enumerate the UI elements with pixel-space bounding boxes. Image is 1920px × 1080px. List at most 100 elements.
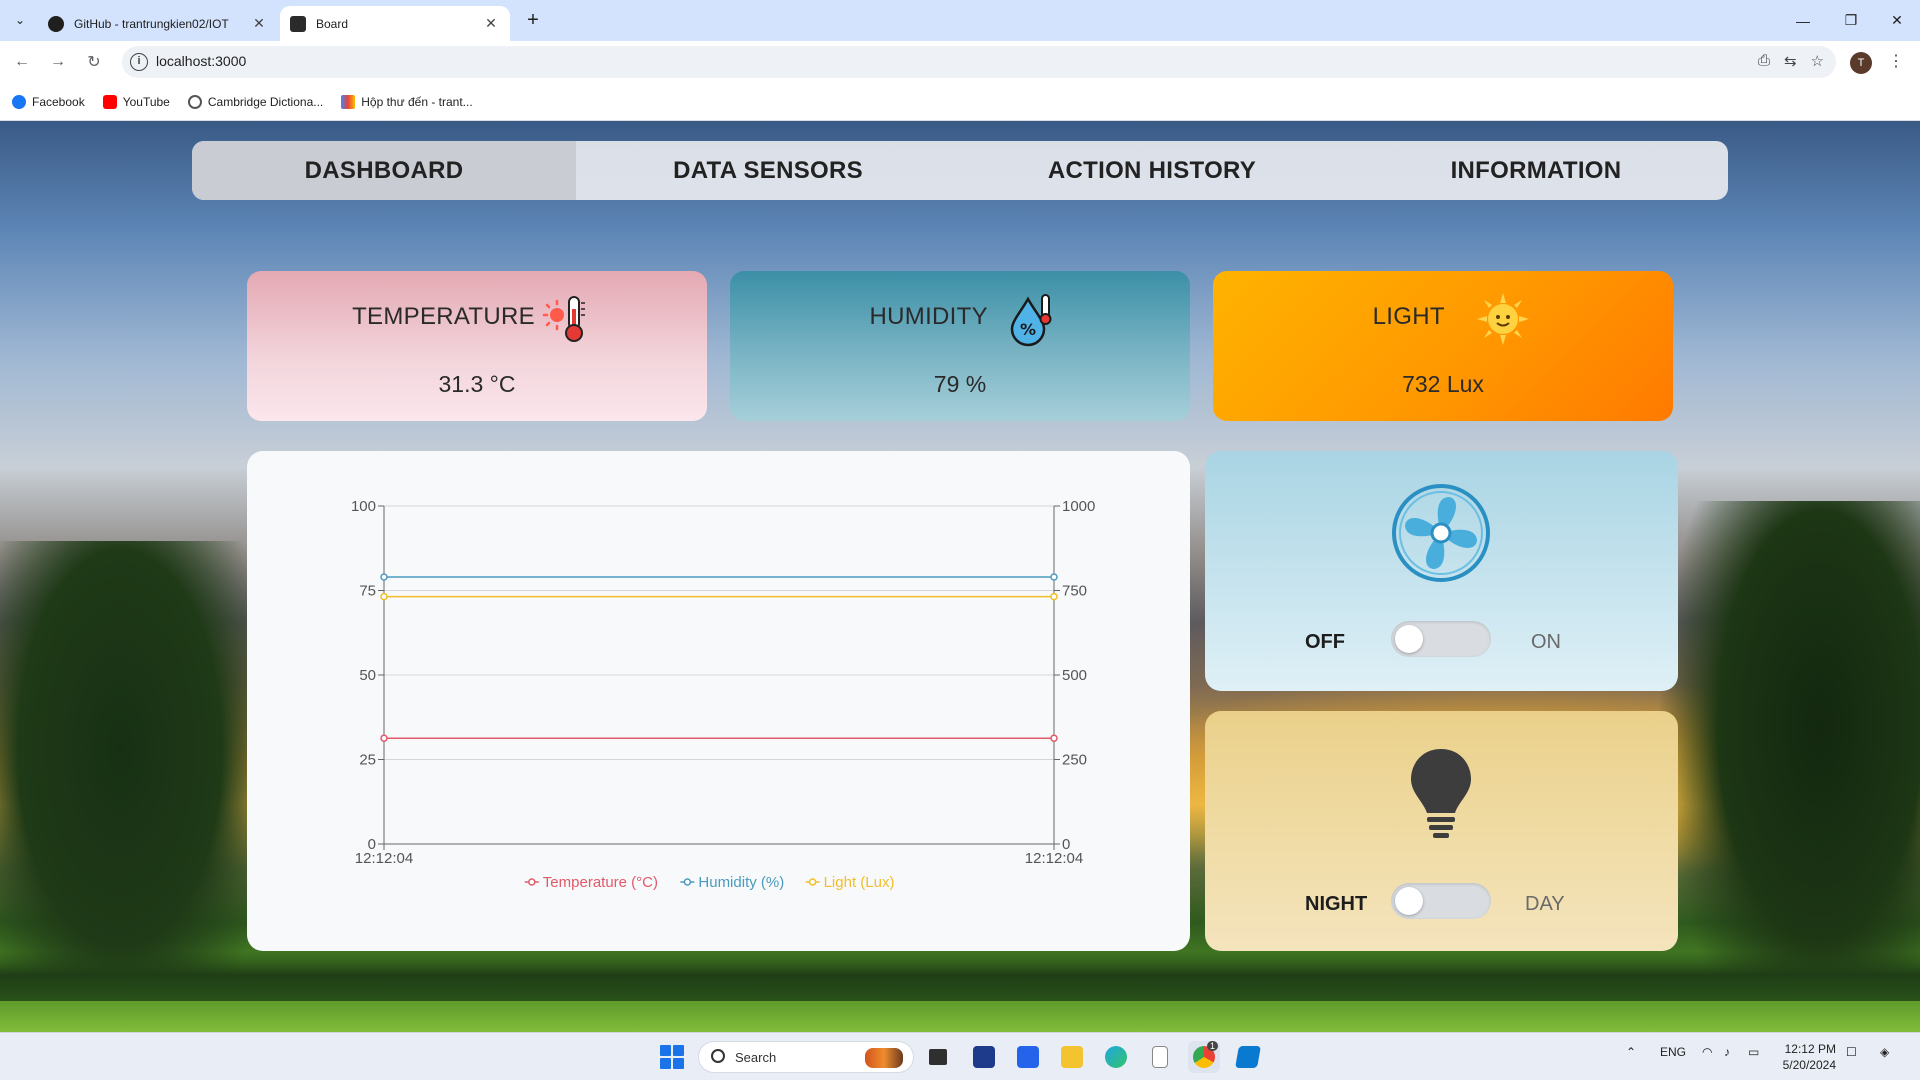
vscode-icon[interactable]	[1232, 1041, 1264, 1073]
browser-tab-bar: ⌄ GitHub - trantrungkien02/IOT ✕ Board ✕…	[0, 0, 1920, 41]
legend-label: Temperature (°C)	[543, 874, 658, 891]
fan-toggle[interactable]	[1391, 621, 1491, 657]
nav-data-sensors[interactable]: DATA SENSORS	[576, 141, 960, 200]
bookmark-gmail[interactable]: Hộp thư đến - trant...	[341, 94, 473, 109]
profile-avatar[interactable]: T	[1850, 52, 1872, 74]
gmail-icon	[341, 94, 356, 109]
right-axis-tick-label: 1000	[1062, 498, 1095, 515]
left-axis-tick-label: 25	[359, 752, 376, 769]
windows-taskbar: Search 1 ⌃ ENG ◠ ♪ ▭ 12:12 PM 5/20/2024 …	[0, 1032, 1920, 1080]
volume-icon[interactable]: ♪	[1724, 1045, 1730, 1059]
lamp-toggle-knob[interactable]	[1395, 887, 1423, 915]
temperature-card: TEMPERATURE 31.3 °C	[247, 271, 707, 421]
dashboard-page: DASHBOARD DATA SENSORS ACTION HISTORY IN…	[0, 121, 1920, 1032]
humidity-card: HUMIDITY % 79 %	[730, 271, 1190, 421]
wifi-icon[interactable]: ◠	[1702, 1045, 1712, 1059]
tab-search-dropdown-icon[interactable]: ⌄	[8, 8, 32, 32]
facebook-icon	[12, 94, 26, 109]
browser-tab-board[interactable]: Board ✕	[280, 6, 510, 41]
file-explorer-icon[interactable]	[1056, 1041, 1088, 1073]
legend-label: Humidity (%)	[698, 874, 784, 891]
show-hidden-icons-icon[interactable]: ⌃	[1626, 1045, 1636, 1059]
fan-off-label: OFF	[1305, 631, 1345, 653]
notepad-icon[interactable]	[1144, 1041, 1176, 1073]
close-tab-icon[interactable]: ✕	[250, 15, 268, 32]
taskbar-clock[interactable]: 12:12 PM 5/20/2024	[1776, 1041, 1836, 1073]
series-point-2	[1050, 592, 1058, 601]
browser-menu-icon[interactable]: ⋮	[1888, 51, 1904, 71]
install-app-icon[interactable]: ⎙	[1758, 52, 1770, 70]
minimize-icon[interactable]: —	[1780, 0, 1826, 41]
globe-icon	[187, 94, 202, 109]
bookmark-star-icon[interactable]: ☆	[1811, 52, 1824, 70]
legend-point-marker	[683, 878, 692, 886]
react-icon	[290, 15, 306, 32]
bookmarks-bar: Facebook YouTube Cambridge Dictiona... H…	[0, 83, 1920, 121]
translate-icon[interactable]: ⇆	[1784, 52, 1797, 70]
lightbulb-icon	[1411, 749, 1471, 838]
chrome-icon[interactable]: 1	[1188, 1041, 1220, 1073]
legend-point-marker	[808, 878, 817, 886]
taskbar-search[interactable]: Search	[698, 1041, 914, 1073]
site-info-icon[interactable]: i	[130, 53, 148, 71]
left-axis-tick-label: 50	[359, 667, 376, 684]
x-axis-tick-label: 12:12:04	[1025, 850, 1083, 867]
night-label: NIGHT	[1305, 893, 1368, 915]
right-axis-tick-label: 750	[1062, 583, 1087, 600]
new-tab-button[interactable]: +	[520, 8, 546, 34]
fan-on-label: ON	[1531, 631, 1561, 653]
battery-icon[interactable]: ▭	[1748, 1045, 1759, 1059]
sun-icon	[1477, 293, 1529, 345]
legend-label: Light (Lux)	[824, 874, 895, 891]
thermometer-icon	[542, 296, 585, 342]
copilot-icon[interactable]: ◈	[1880, 1045, 1889, 1059]
dev-home-icon[interactable]	[968, 1041, 1000, 1073]
back-icon[interactable]: ←	[8, 48, 36, 76]
windows-start-icon[interactable]	[660, 1045, 684, 1069]
search-icon	[711, 1049, 725, 1063]
reload-icon[interactable]: ↻	[80, 48, 108, 76]
close-tab-icon[interactable]: ✕	[482, 15, 500, 32]
language-indicator[interactable]: ENG	[1660, 1045, 1686, 1059]
search-highlight-icon	[865, 1048, 903, 1068]
bookmark-cambridge[interactable]: Cambridge Dictiona...	[187, 94, 324, 109]
url-text[interactable]: localhost:3000	[156, 53, 246, 69]
close-window-icon[interactable]: ✕	[1874, 0, 1920, 41]
browser-tab-github[interactable]: GitHub - trantrungkien02/IOT ✕	[38, 6, 278, 41]
notifications-icon[interactable]: ☐	[1846, 1045, 1857, 1059]
bookmark-label: Hộp thư đến - trant...	[361, 94, 473, 109]
nav-information[interactable]: INFORMATION	[1344, 141, 1728, 200]
forward-icon[interactable]: →	[44, 48, 72, 76]
right-axis-tick-label: 500	[1062, 667, 1087, 684]
sensor-chart-panel: 0 25 50 75 100 0 250 500 750 1000 12:12:04 12:12:04…	[247, 451, 1190, 951]
lamp-toggle[interactable]	[1391, 883, 1491, 919]
legend-point-marker	[528, 878, 536, 886]
clock-date: 5/20/2024	[1782, 1058, 1836, 1072]
light-card: LIGHT 732 Lux	[1213, 271, 1673, 421]
chrome-badge: 1	[1206, 1041, 1218, 1051]
address-bar[interactable]: i localhost:3000 ⎙ ⇆ ☆	[122, 46, 1836, 78]
humidity-drop-icon: %	[1010, 294, 1052, 347]
microsoft-store-icon[interactable]	[1012, 1041, 1044, 1073]
tab-title: Board	[316, 16, 349, 31]
restore-icon[interactable]: ❐	[1828, 0, 1874, 41]
bookmark-label: Cambridge Dictiona...	[207, 94, 324, 109]
bookmark-facebook[interactable]: Facebook	[12, 94, 85, 109]
clock-time: 12:12 PM	[1784, 1042, 1836, 1056]
bookmark-label: Facebook	[32, 94, 85, 109]
series-point-0	[380, 734, 388, 742]
fan-control-panel: OFF ON	[1205, 451, 1678, 691]
series-point-2	[380, 592, 388, 601]
sensor-line-chart: 02550751000250500750100012:12:04 12:12:04…	[351, 498, 1095, 891]
nav-dashboard[interactable]: DASHBOARD	[192, 141, 576, 200]
left-axis-tick-label: 75	[359, 583, 376, 600]
right-axis-tick-label: 250	[1062, 752, 1087, 769]
fan-toggle-knob[interactable]	[1395, 625, 1423, 653]
nav-action-history[interactable]: ACTION HISTORY	[960, 141, 1344, 200]
browser-toolbar: ← → ↻ i localhost:3000 ⎙ ⇆ ☆ T ⋮	[0, 41, 1920, 83]
edge-icon[interactable]	[1100, 1041, 1132, 1073]
bookmark-youtube[interactable]: YouTube	[102, 94, 170, 109]
background-grass	[0, 1001, 1920, 1032]
temperature-title: TEMPERATURE	[352, 303, 535, 330]
task-view-icon[interactable]	[922, 1041, 954, 1073]
